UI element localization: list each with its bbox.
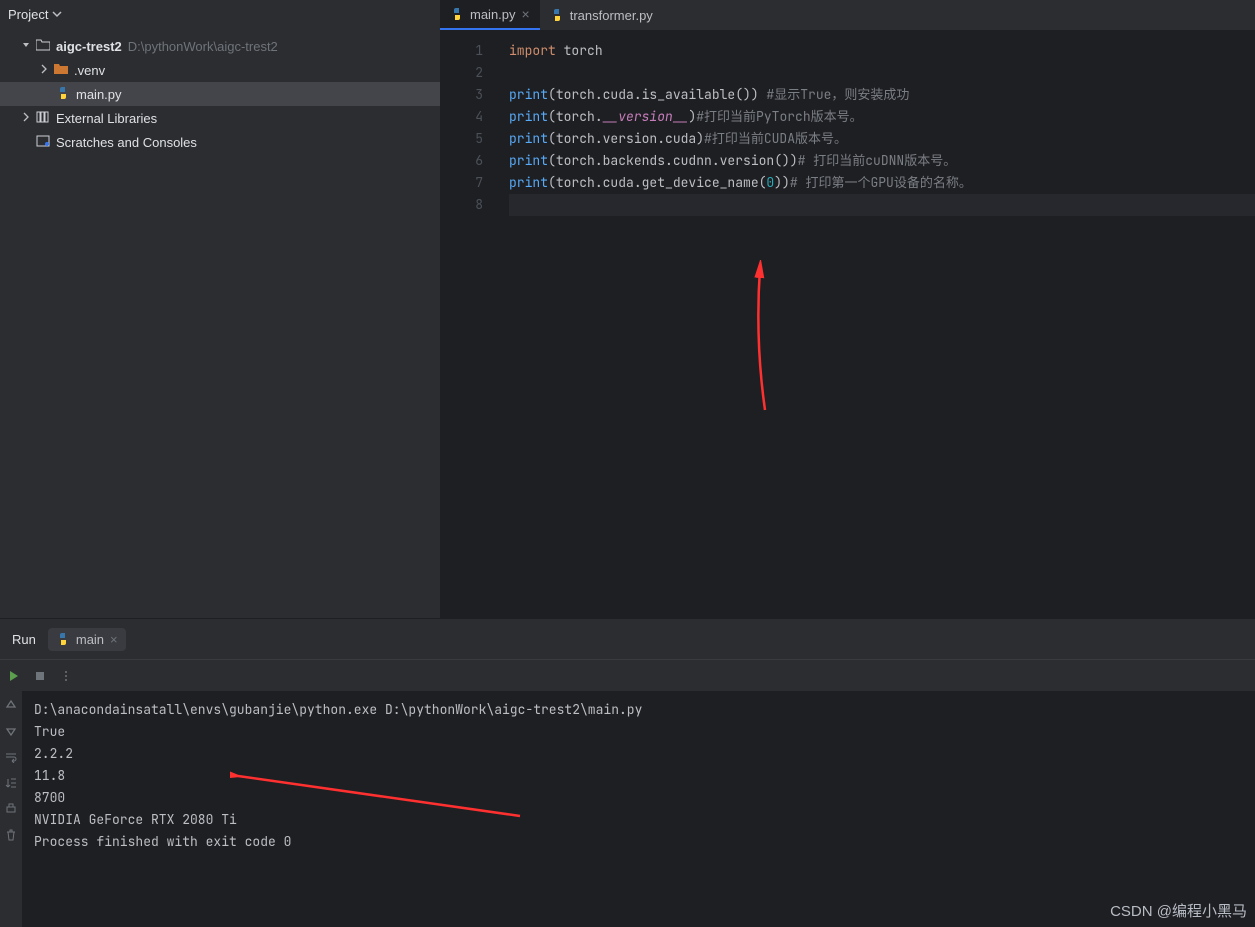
tab-main-py[interactable]: main.py ×	[440, 0, 540, 30]
watermark: CSDN @编程小黑马	[1110, 900, 1247, 921]
tab-transformer-py[interactable]: transformer.py	[540, 0, 663, 30]
chevron-right-icon	[36, 64, 52, 77]
tree-venv[interactable]: .venv	[0, 58, 440, 82]
tree-external-label: External Libraries	[56, 111, 157, 126]
tree-mainpy[interactable]: main.py	[0, 82, 440, 106]
tab-transformer-label: transformer.py	[570, 8, 653, 23]
close-icon[interactable]: ×	[110, 632, 118, 647]
run-panel: Run main ×	[0, 618, 1255, 927]
scroll-icon[interactable]	[3, 775, 19, 791]
rerun-icon[interactable]	[6, 668, 22, 684]
editor-area: main.py × transformer.py 1 2 3 4 5	[440, 0, 1255, 618]
tree-venv-label: .venv	[74, 63, 105, 78]
wrap-icon[interactable]	[3, 749, 19, 765]
tree-scratches[interactable]: Scratches and Consoles	[0, 130, 440, 154]
down-icon[interactable]	[3, 723, 19, 739]
folder-icon	[34, 39, 52, 54]
chevron-down-icon	[18, 40, 34, 53]
console-output[interactable]: D:\anacondainsatall\envs\gubanjie\python…	[22, 691, 1255, 927]
python-file-icon	[54, 86, 72, 103]
run-tab-main[interactable]: main ×	[48, 628, 126, 651]
run-panel-header: Run main ×	[0, 619, 1255, 659]
python-file-icon	[450, 7, 464, 21]
tree-scratches-label: Scratches and Consoles	[56, 135, 197, 150]
code-lines[interactable]: import torch print(torch.cuda.is_availab…	[505, 30, 1255, 618]
tree-root-label: aigc-trest2	[56, 39, 122, 54]
gutter: 1 2 3 4 5 6 7 8	[440, 30, 505, 618]
tab-main-label: main.py	[470, 7, 516, 22]
scratch-icon	[34, 135, 52, 150]
close-icon[interactable]: ×	[522, 6, 530, 22]
annotation-arrow-up	[745, 260, 785, 420]
run-toolbar	[0, 659, 1255, 691]
tree-root[interactable]: aigc-trest2 D:\pythonWork\aigc-trest2	[0, 34, 440, 58]
tree-mainpy-label: main.py	[76, 87, 122, 102]
folder-icon	[52, 63, 70, 78]
run-tab-label: main	[76, 632, 104, 647]
stop-icon[interactable]	[32, 668, 48, 684]
library-icon	[34, 111, 52, 126]
run-panel-title: Run	[6, 632, 42, 647]
editor-tabs: main.py × transformer.py	[440, 0, 1255, 30]
project-tree: aigc-trest2 D:\pythonWork\aigc-trest2 .v…	[0, 28, 440, 154]
print-icon[interactable]	[3, 801, 19, 817]
tree-external-libraries[interactable]: External Libraries	[0, 106, 440, 130]
project-panel-title: Project	[8, 7, 48, 22]
code-editor[interactable]: 1 2 3 4 5 6 7 8 import torch print(torch…	[440, 30, 1255, 618]
python-file-icon	[56, 632, 70, 646]
chevron-right-icon	[18, 112, 34, 125]
tree-root-path: D:\pythonWork\aigc-trest2	[128, 39, 278, 54]
project-sidebar: Project aigc-trest2 D:\pythonWork\aigc-t…	[0, 0, 440, 618]
python-file-icon	[550, 8, 564, 22]
run-side-icons	[0, 691, 22, 927]
project-panel-header[interactable]: Project	[0, 0, 440, 28]
chevron-down-icon	[52, 7, 62, 22]
trash-icon[interactable]	[3, 827, 19, 843]
more-icon[interactable]	[58, 668, 74, 684]
up-icon[interactable]	[3, 697, 19, 713]
